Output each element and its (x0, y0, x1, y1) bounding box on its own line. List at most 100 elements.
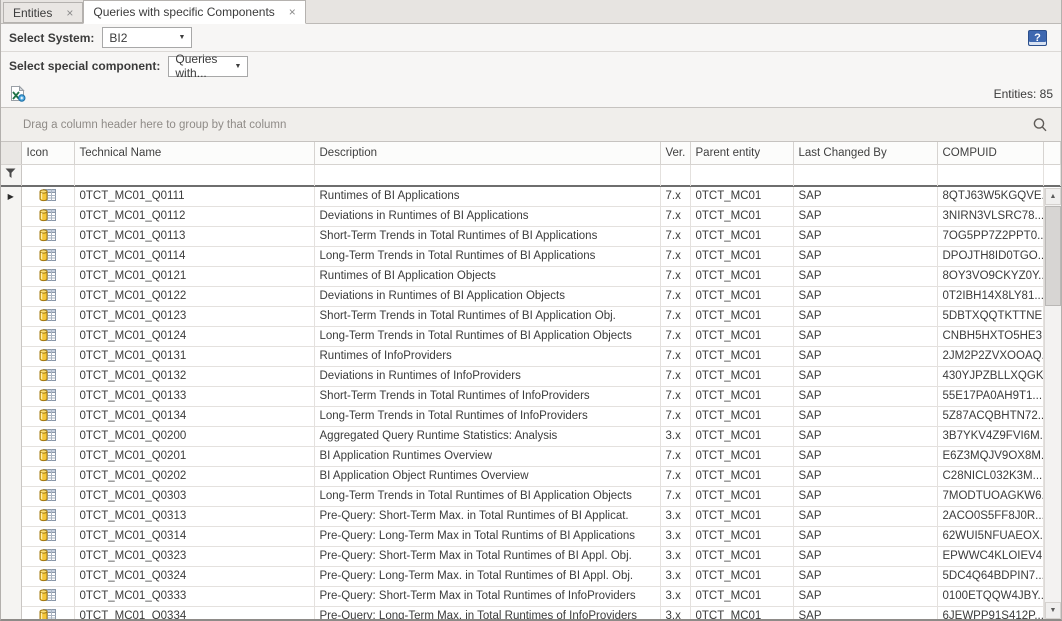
cell-version[interactable]: 7.x (660, 366, 690, 386)
cell-description[interactable]: Short-Term Trends in Total Runtimes of B… (314, 306, 660, 326)
cell-technical-name[interactable]: 0TCT_MC01_Q0121 (74, 266, 314, 286)
cell-compuid[interactable]: 8OY3VO9CKYZ0Y... (937, 266, 1043, 286)
cell-description[interactable]: Short-Term Trends in Total Runtimes of B… (314, 226, 660, 246)
cell-version[interactable]: 3.x (660, 526, 690, 546)
table-row[interactable]: ▶ 0TCT_MC01_Q0200 Aggregated Query Runti… (1, 426, 1060, 446)
cell-description[interactable]: BI Application Runtimes Overview (314, 446, 660, 466)
cell-version[interactable]: 7.x (660, 446, 690, 466)
cell-parent-entity[interactable]: 0TCT_MC01 (690, 506, 793, 526)
cell-compuid[interactable]: DPOJTH8ID0TGO... (937, 246, 1043, 266)
column-header-icon[interactable]: Icon (21, 142, 74, 164)
column-header-parent-entity[interactable]: Parent entity (690, 142, 793, 164)
cell-compuid[interactable]: 5DBTXQQTKTTNE... (937, 306, 1043, 326)
close-icon[interactable]: × (66, 7, 73, 19)
cell-last-changed-by[interactable]: SAP (793, 366, 937, 386)
table-row[interactable]: ▶ 0TCT_MC01_Q0323 Pre-Query: Short-Term … (1, 546, 1060, 566)
filter-cell-description[interactable] (314, 164, 660, 185)
cell-parent-entity[interactable]: 0TCT_MC01 (690, 466, 793, 486)
cell-compuid[interactable]: 62WUI5NFUAEOX... (937, 526, 1043, 546)
filter-cell-last-changed-by[interactable] (793, 164, 937, 185)
cell-version[interactable]: 7.x (660, 206, 690, 226)
cell-version[interactable]: 3.x (660, 566, 690, 586)
cell-compuid[interactable]: 6JEWPP91S412P... (937, 606, 1043, 621)
cell-last-changed-by[interactable]: SAP (793, 206, 937, 226)
cell-version[interactable]: 7.x (660, 286, 690, 306)
close-icon[interactable]: × (289, 6, 296, 18)
cell-version[interactable]: 7.x (660, 466, 690, 486)
column-header-last-changed-by[interactable]: Last Changed By (793, 142, 937, 164)
table-row[interactable]: ▶ 0TCT_MC01_Q0201 BI Application Runtime… (1, 446, 1060, 466)
cell-technical-name[interactable]: 0TCT_MC01_Q0201 (74, 446, 314, 466)
cell-last-changed-by[interactable]: SAP (793, 486, 937, 506)
cell-parent-entity[interactable]: 0TCT_MC01 (690, 566, 793, 586)
cell-technical-name[interactable]: 0TCT_MC01_Q0113 (74, 226, 314, 246)
cell-technical-name[interactable]: 0TCT_MC01_Q0323 (74, 546, 314, 566)
cell-description[interactable]: Deviations in Runtimes of BI Application… (314, 206, 660, 226)
cell-last-changed-by[interactable]: SAP (793, 226, 937, 246)
table-row[interactable]: ▶ 0TCT_MC01_Q0111 Runtimes of BI Applica… (1, 186, 1060, 206)
cell-last-changed-by[interactable]: SAP (793, 186, 937, 206)
tab-entities[interactable]: Entities × (3, 2, 83, 23)
cell-description[interactable]: Pre-Query: Short-Term Max in Total Runti… (314, 586, 660, 606)
table-row[interactable]: ▶ 0TCT_MC01_Q0324 Pre-Query: Long-Term M… (1, 566, 1060, 586)
cell-description[interactable]: Short-Term Trends in Total Runtimes of I… (314, 386, 660, 406)
cell-last-changed-by[interactable]: SAP (793, 506, 937, 526)
cell-technical-name[interactable]: 0TCT_MC01_Q0131 (74, 346, 314, 366)
table-row[interactable]: ▶ 0TCT_MC01_Q0334 Pre-Query: Long-Term M… (1, 606, 1060, 621)
cell-parent-entity[interactable]: 0TCT_MC01 (690, 406, 793, 426)
cell-technical-name[interactable]: 0TCT_MC01_Q0132 (74, 366, 314, 386)
cell-parent-entity[interactable]: 0TCT_MC01 (690, 246, 793, 266)
cell-description[interactable]: Deviations in Runtimes of BI Application… (314, 286, 660, 306)
system-dropdown[interactable]: BI2 ▼ (102, 27, 192, 48)
table-row[interactable]: ▶ 0TCT_MC01_Q0112 Deviations in Runtimes… (1, 206, 1060, 226)
filter-cell-icon[interactable] (21, 164, 74, 185)
cell-parent-entity[interactable]: 0TCT_MC01 (690, 306, 793, 326)
filter-cell-compuid[interactable] (937, 164, 1043, 185)
cell-compuid[interactable]: 5DC4Q64BDPIN7... (937, 566, 1043, 586)
cell-technical-name[interactable]: 0TCT_MC01_Q0303 (74, 486, 314, 506)
cell-parent-entity[interactable]: 0TCT_MC01 (690, 586, 793, 606)
cell-parent-entity[interactable]: 0TCT_MC01 (690, 206, 793, 226)
cell-compuid[interactable]: 430YJPZBLLXQGK... (937, 366, 1043, 386)
table-row[interactable]: ▶ 0TCT_MC01_Q0131 Runtimes of InfoProvid… (1, 346, 1060, 366)
cell-technical-name[interactable]: 0TCT_MC01_Q0134 (74, 406, 314, 426)
cell-parent-entity[interactable]: 0TCT_MC01 (690, 346, 793, 366)
cell-version[interactable]: 7.x (660, 406, 690, 426)
cell-technical-name[interactable]: 0TCT_MC01_Q0313 (74, 506, 314, 526)
cell-last-changed-by[interactable]: SAP (793, 346, 937, 366)
cell-last-changed-by[interactable]: SAP (793, 246, 937, 266)
cell-compuid[interactable]: E6Z3MQJV9OX8M... (937, 446, 1043, 466)
table-row[interactable]: ▶ 0TCT_MC01_Q0114 Long-Term Trends in To… (1, 246, 1060, 266)
cell-compuid[interactable]: 55E17PA0AH9T1... (937, 386, 1043, 406)
cell-compuid[interactable]: 7OG5PP7Z2PPT0... (937, 226, 1043, 246)
cell-compuid[interactable]: 8QTJ63W5KGQVE... (937, 186, 1043, 206)
cell-description[interactable]: Pre-Query: Long-Term Max. in Total Runti… (314, 606, 660, 621)
table-row[interactable]: ▶ 0TCT_MC01_Q0123 Short-Term Trends in T… (1, 306, 1060, 326)
filter-cell-technical-name[interactable] (74, 164, 314, 185)
cell-version[interactable]: 7.x (660, 266, 690, 286)
scroll-up-button[interactable]: ▲ (1045, 188, 1061, 205)
column-header-compuid[interactable]: COMPUID (937, 142, 1043, 164)
cell-technical-name[interactable]: 0TCT_MC01_Q0200 (74, 426, 314, 446)
cell-description[interactable]: Pre-Query: Short-Term Max. in Total Runt… (314, 506, 660, 526)
cell-technical-name[interactable]: 0TCT_MC01_Q0133 (74, 386, 314, 406)
cell-technical-name[interactable]: 0TCT_MC01_Q0122 (74, 286, 314, 306)
cell-parent-entity[interactable]: 0TCT_MC01 (690, 426, 793, 446)
cell-compuid[interactable]: 3NIRN3VLSRC78... (937, 206, 1043, 226)
cell-description[interactable]: Runtimes of BI Application Objects (314, 266, 660, 286)
cell-last-changed-by[interactable]: SAP (793, 566, 937, 586)
cell-parent-entity[interactable]: 0TCT_MC01 (690, 546, 793, 566)
cell-version[interactable]: 7.x (660, 186, 690, 206)
cell-parent-entity[interactable]: 0TCT_MC01 (690, 366, 793, 386)
cell-version[interactable]: 7.x (660, 486, 690, 506)
cell-compuid[interactable]: C28NICL032K3M... (937, 466, 1043, 486)
export-excel-button[interactable] (9, 85, 27, 103)
cell-version[interactable]: 7.x (660, 346, 690, 366)
filter-cell-version[interactable] (660, 164, 690, 185)
cell-description[interactable]: Long-Term Trends in Total Runtimes of BI… (314, 486, 660, 506)
cell-description[interactable]: BI Application Object Runtimes Overview (314, 466, 660, 486)
cell-last-changed-by[interactable]: SAP (793, 326, 937, 346)
vertical-scrollbar[interactable]: ▲ ▼ (1044, 188, 1061, 619)
table-row[interactable]: ▶ 0TCT_MC01_Q0303 Long-Term Trends in To… (1, 486, 1060, 506)
cell-version[interactable]: 7.x (660, 306, 690, 326)
